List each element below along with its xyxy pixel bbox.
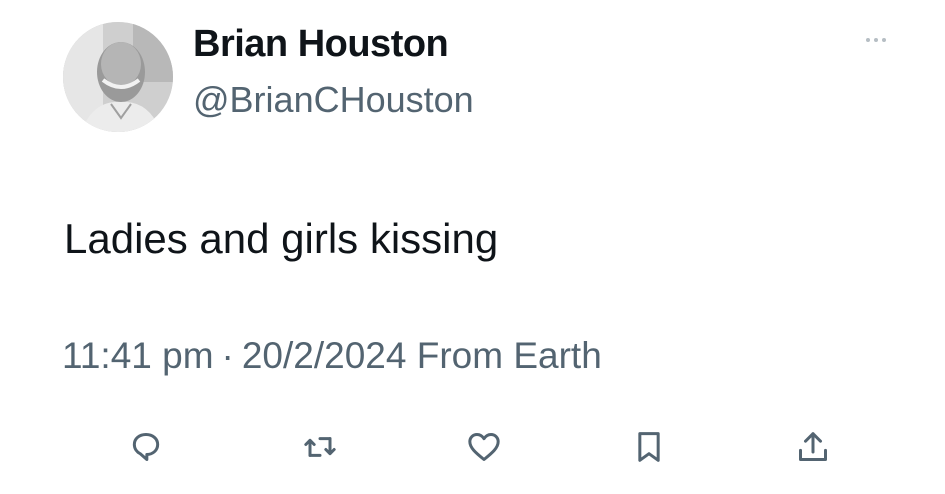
more-dot	[874, 38, 878, 42]
retweet-button[interactable]	[298, 425, 342, 469]
user-handle[interactable]: @BrianCHouston	[193, 77, 474, 123]
bookmark-button[interactable]	[627, 425, 671, 469]
bookmark-icon	[638, 432, 660, 462]
meta-separator: ·	[221, 335, 234, 376]
more-dot	[882, 38, 886, 42]
reply-button[interactable]	[124, 425, 168, 469]
avatar-image	[63, 22, 173, 132]
tweet-date[interactable]: 20/2/2024	[242, 335, 407, 376]
display-name[interactable]: Brian Houston	[193, 20, 449, 68]
tweet-source: From Earth	[416, 335, 602, 376]
heart-icon	[468, 433, 500, 461]
reply-icon	[132, 433, 160, 461]
share-button[interactable]	[791, 425, 835, 469]
action-bar	[0, 425, 945, 475]
tweet-text: Ladies and girls kissing	[64, 215, 499, 262]
avatar[interactable]	[63, 22, 173, 132]
tweet-meta: 11:41 pm · 20/2/2024 From Earth	[62, 332, 602, 380]
more-icon[interactable]	[856, 30, 896, 50]
tweet-card: Brian Houston @BrianCHouston Ladies and …	[0, 0, 945, 494]
like-button[interactable]	[462, 425, 506, 469]
tweet-time[interactable]: 11:41 pm	[62, 335, 214, 376]
share-icon	[799, 432, 827, 461]
retweet-icon	[304, 437, 336, 457]
more-dot	[866, 38, 870, 42]
